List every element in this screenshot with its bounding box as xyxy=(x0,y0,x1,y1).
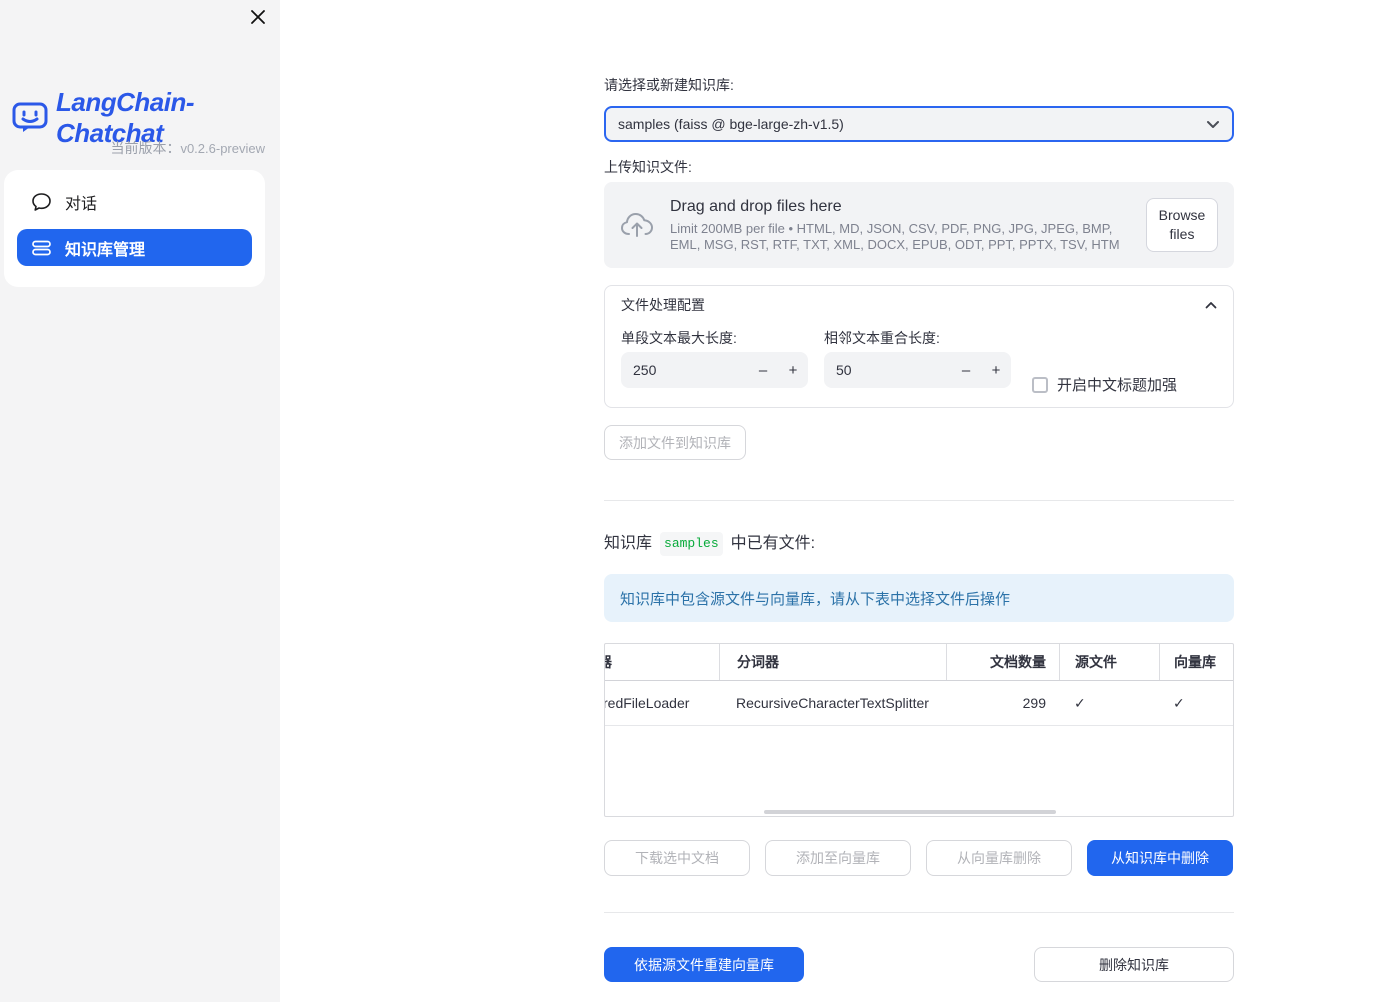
chevron-down-icon xyxy=(1206,120,1220,129)
chunk-size-increment-button[interactable]: + xyxy=(778,362,808,379)
sidebar-item-dialogue[interactable]: 对话 xyxy=(17,184,252,220)
overlap-size-increment-button[interactable]: + xyxy=(981,362,1011,379)
cell-loader[interactable]: redFileLoader xyxy=(605,681,719,725)
dropzone-title: Drag and drop files here xyxy=(670,197,842,215)
sidebar-item-knowledge-base[interactable]: 知识库管理 xyxy=(17,229,252,266)
add-files-to-kb-button[interactable]: 添加文件到知识库 xyxy=(604,425,746,460)
kb-files-heading: 知识库 samples 中已有文件: xyxy=(604,532,1234,556)
logo-chat-smiley-icon xyxy=(11,101,49,135)
collection-icon xyxy=(31,239,52,257)
chunk-size-group: 单段文本最大长度: 250 – + xyxy=(621,330,808,388)
upload-label: 上传知识文件: xyxy=(604,159,692,175)
column-header-splitter[interactable]: 分词器 xyxy=(719,644,946,680)
sidebar-item-label: 对话 xyxy=(65,196,98,213)
version-info: 当前版本：v0.2.6-preview xyxy=(110,138,265,158)
delete-kb-button[interactable]: 删除知识库 xyxy=(1034,947,1234,982)
kb-files-table[interactable]: 器 分词器 文档数量 源文件 向量库 redFileLoader Recursi… xyxy=(604,643,1234,817)
browse-files-button[interactable]: Browse files xyxy=(1146,198,1218,252)
overlap-size-decrement-button[interactable]: – xyxy=(951,362,981,379)
chunk-size-decrement-button[interactable]: – xyxy=(748,362,778,379)
kb-action-buttons: 依据源文件重建向量库 删除知识库 xyxy=(604,947,1234,982)
column-header-doc-count[interactable]: 文档数量 xyxy=(946,644,1059,680)
kb-selectbox-value: samples (faiss @ bge-large-zh-v1.5) xyxy=(618,116,844,132)
delete-from-kb-button[interactable]: 从知识库中删除 xyxy=(1087,840,1233,876)
delete-from-vector-store-button[interactable]: 从向量库删除 xyxy=(926,840,1072,876)
info-banner: 知识库中包含源文件与向量库，请从下表中选择文件后操作 xyxy=(604,574,1234,622)
divider xyxy=(604,500,1234,501)
zh-title-enhance-checkbox[interactable] xyxy=(1032,376,1048,393)
add-to-vector-store-button[interactable]: 添加至向量库 xyxy=(765,840,911,876)
kb-select-label: 请选择或新建知识库: xyxy=(604,77,734,93)
kb-selectbox[interactable]: samples (faiss @ bge-large-zh-v1.5) xyxy=(604,106,1234,142)
sidebar-item-label: 知识库管理 xyxy=(65,241,146,259)
version-value: v0.2.6-preview xyxy=(180,141,265,156)
cell-source-file-check[interactable]: ✓ xyxy=(1059,681,1159,725)
cell-splitter[interactable]: RecursiveCharacterTextSplitter xyxy=(719,681,946,725)
overlap-size-input[interactable]: 50 – + xyxy=(824,352,1011,388)
main-content: 请选择或新建知识库: samples (faiss @ bge-large-zh… xyxy=(604,0,1234,982)
divider xyxy=(604,912,1234,913)
cell-doc-count[interactable]: 299 xyxy=(946,681,1059,725)
chat-bubble-icon xyxy=(31,192,52,212)
file-config-expander: 文件处理配置 单段文本最大长度: 250 – + 相邻文本重合长度: 50 – … xyxy=(604,285,1234,408)
column-header-vector-store[interactable]: 向量库 xyxy=(1159,644,1232,680)
zh-title-enhance-label: 开启中文标题加强 xyxy=(1057,377,1178,394)
chunk-size-value: 250 xyxy=(633,362,657,378)
file-dropzone[interactable]: Drag and drop files here Limit 200MB per… xyxy=(604,182,1234,268)
chunk-size-input[interactable]: 250 – + xyxy=(621,352,808,388)
sidebar-menu: 对话 知识库管理 xyxy=(4,170,265,287)
cloud-upload-icon xyxy=(620,211,654,239)
cell-vector-store-check[interactable]: ✓ xyxy=(1159,681,1232,725)
dropzone-limit: Limit 200MB per file • HTML, MD, JSON, C… xyxy=(670,220,1120,252)
table-horizontal-scrollbar[interactable] xyxy=(764,810,1056,814)
file-action-buttons: 下载选中文档 添加至向量库 从向量库删除 从知识库中删除 xyxy=(604,840,1234,876)
file-config-expander-header[interactable]: 文件处理配置 xyxy=(605,286,1233,324)
overlap-size-value: 50 xyxy=(836,362,852,378)
sidebar: LangChain-Chatchat 当前版本：v0.2.6-preview 对… xyxy=(0,0,280,1002)
expander-title: 文件处理配置 xyxy=(621,297,705,313)
version-label: 当前版本： xyxy=(110,140,181,156)
chunk-size-label: 单段文本最大长度: xyxy=(621,330,737,346)
zh-title-enhance-group: 开启中文标题加强 xyxy=(1032,374,1177,395)
column-header-loader[interactable]: 器 xyxy=(605,644,719,680)
table-row[interactable]: redFileLoader RecursiveCharacterTextSpli… xyxy=(605,681,1233,726)
overlap-size-group: 相邻文本重合长度: 50 – + xyxy=(824,330,1011,388)
file-config-body: 单段文本最大长度: 250 – + 相邻文本重合长度: 50 – + 开启中文标… xyxy=(605,324,1233,407)
table-header-row: 器 分词器 文档数量 源文件 向量库 xyxy=(605,644,1233,681)
column-header-source-file[interactable]: 源文件 xyxy=(1059,644,1159,680)
download-selected-button[interactable]: 下载选中文档 xyxy=(604,840,750,876)
dropzone-text: Drag and drop files here Limit 200MB per… xyxy=(670,198,1132,253)
close-icon[interactable] xyxy=(249,8,267,26)
kb-name-code: samples xyxy=(660,532,723,556)
rebuild-vector-store-button[interactable]: 依据源文件重建向量库 xyxy=(604,947,804,982)
kb-files-prefix: 知识库 xyxy=(604,535,653,552)
overlap-size-label: 相邻文本重合长度: xyxy=(824,330,940,346)
kb-files-suffix: 中已有文件: xyxy=(730,535,816,552)
chevron-up-icon xyxy=(1205,301,1217,309)
